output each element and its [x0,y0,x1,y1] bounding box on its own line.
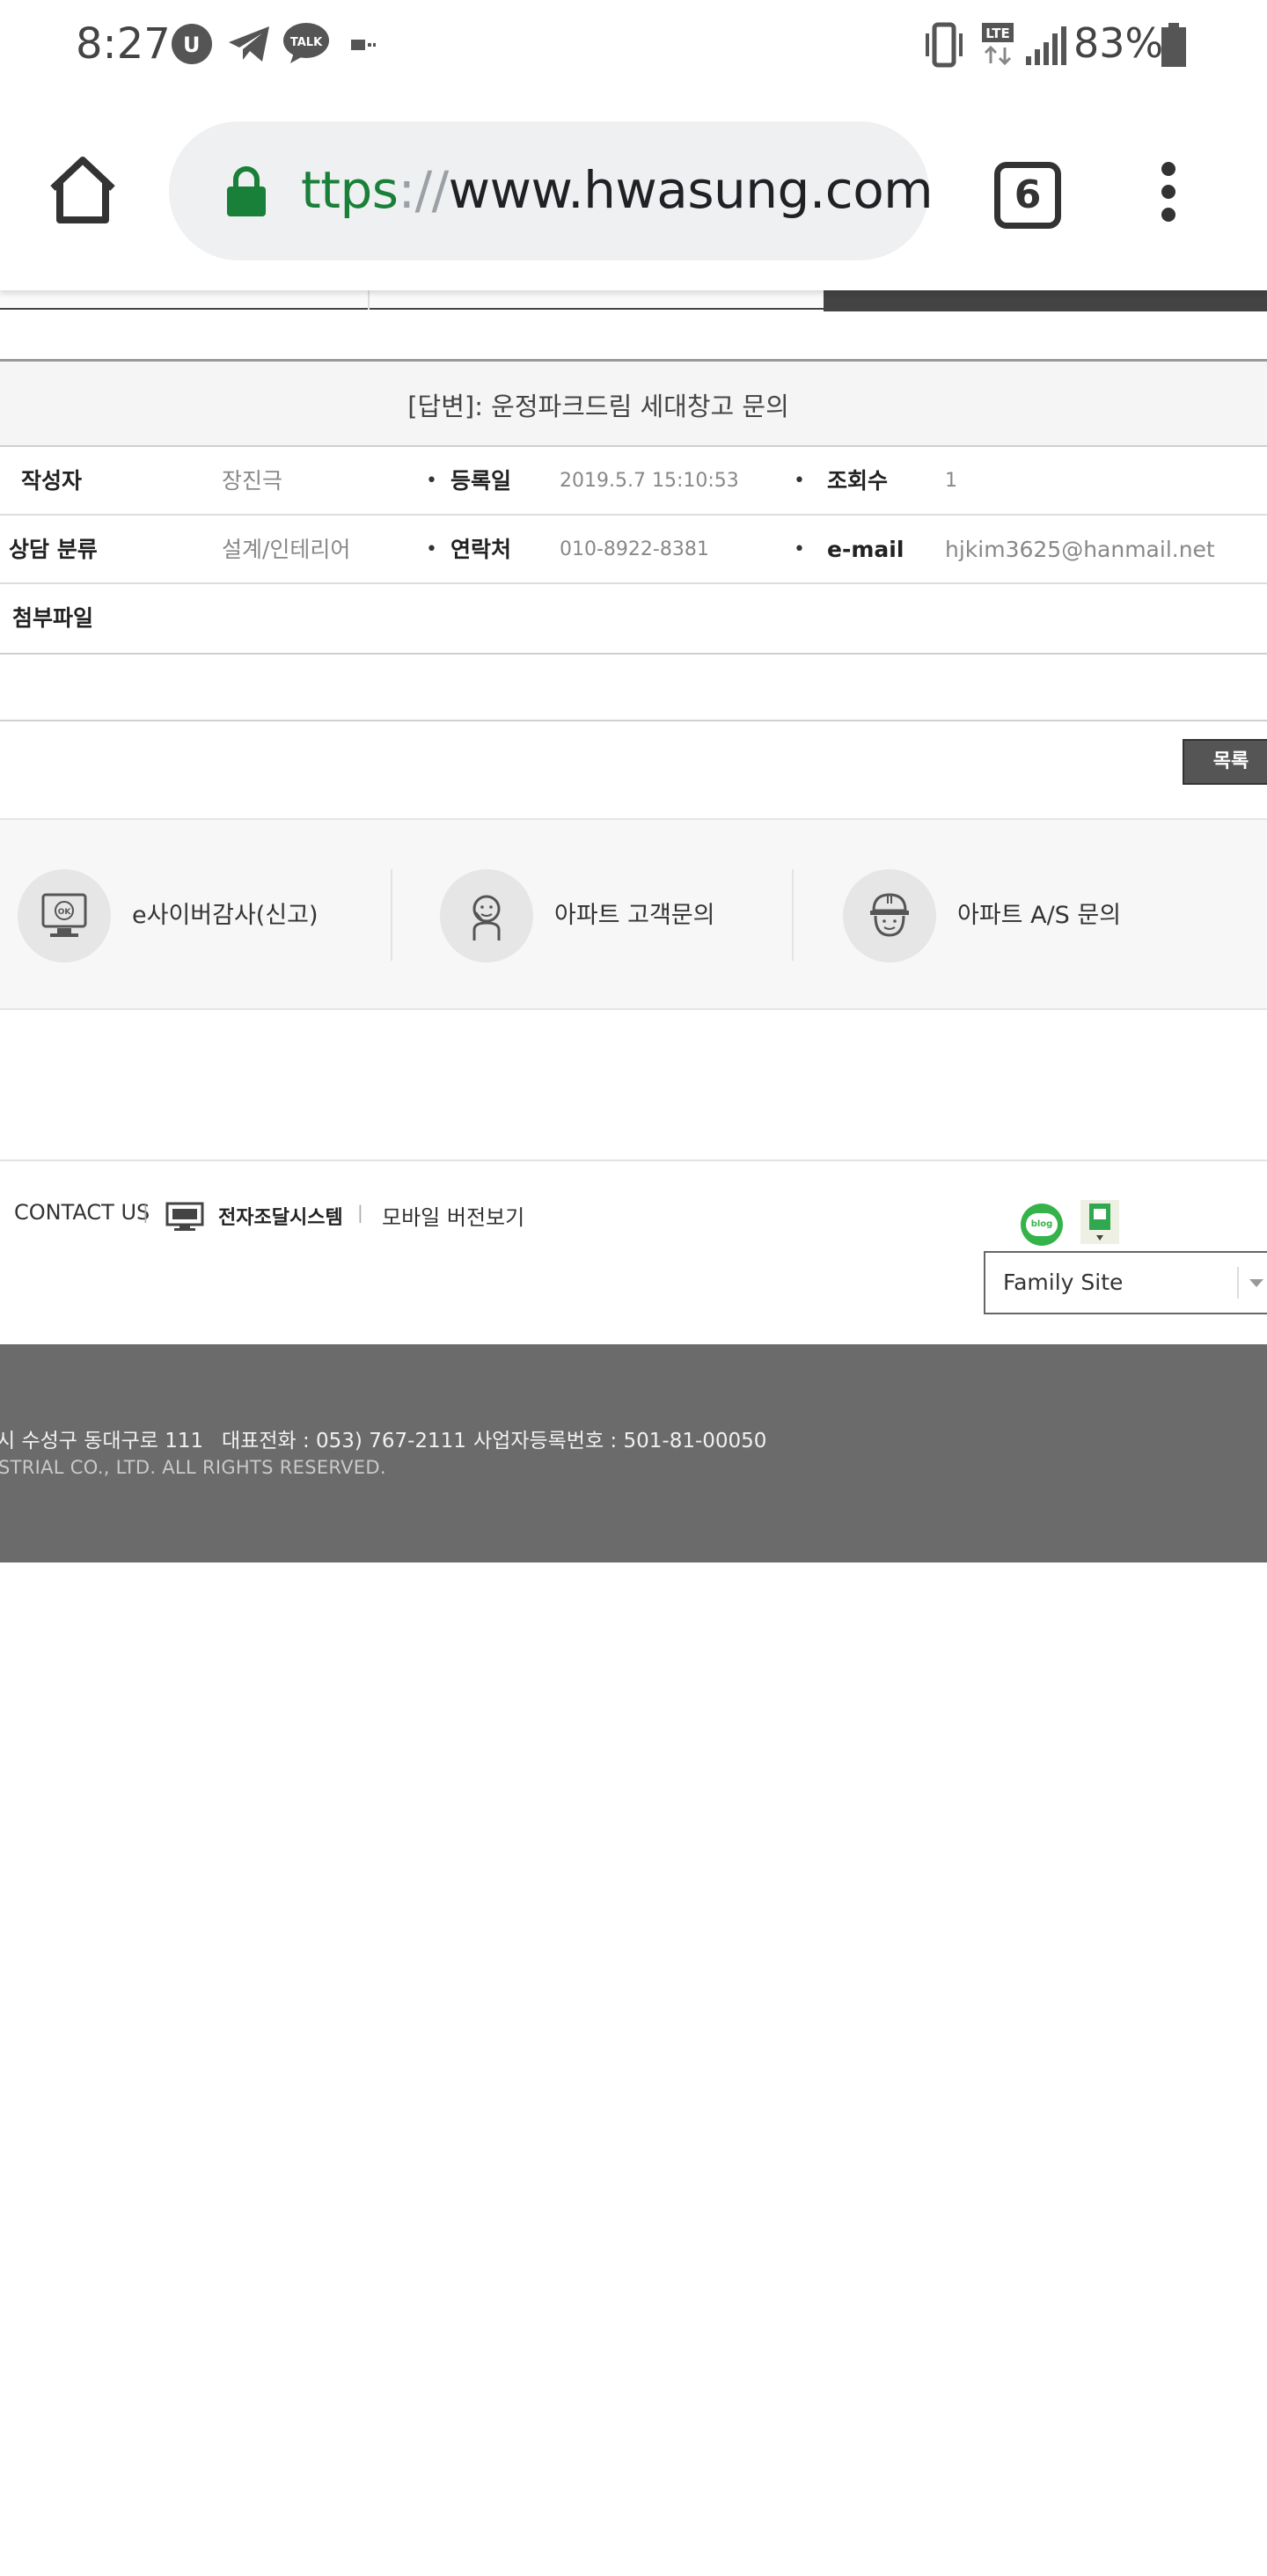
views-value: 1 [945,470,957,492]
footer-separator: | [143,1202,149,1223]
telegram-icon [229,26,269,62]
battery-icon [1161,23,1186,67]
author-value: 장진극 [222,468,283,494]
quick-link-divider [792,869,794,961]
email-value[interactable]: hjkim3625@hanmail.net [945,516,1215,584]
phone-label: 연락처 [450,537,512,562]
footer-links: CONTACT US | 전자조달시스템 | 모바일 버전보기 blog Fam… [0,1160,1267,1344]
mobile-version-link[interactable]: 모바일 버전보기 [382,1200,524,1231]
bullet-dot: • [794,538,805,560]
sub-nav-divider [368,290,370,310]
list-button[interactable]: 목록 [1183,739,1267,785]
lock-icon [227,166,266,216]
footer-info: 시 수성구 동대구로 111 대표전화 : 053) 767-2111 사업자등… [0,1344,1267,1562]
category-value: 설계/인테리어 [222,537,351,562]
url-text[interactable]: ttps://www.hwasung.com [301,160,934,220]
quick-link-label: 아파트 A/S 문의 [957,902,1122,929]
edi-monitor-icon [165,1202,204,1231]
quick-link-divider [391,869,392,961]
tab-switcher-button[interactable]: 6 [994,162,1061,229]
vibrate-icon [926,22,963,68]
family-site-label: Family Site [1003,1270,1124,1295]
bullet-dot: • [426,538,437,560]
date-label: 등록일 [450,468,512,494]
lte-icon: LTE [982,23,1014,66]
battery-saver-icon [351,40,376,50]
chevron-down-icon [1249,1279,1263,1287]
battery-percent: 83% [1073,19,1164,67]
post-title: [답변]: 운정파크드림 세대창고 문의 [407,392,789,421]
footer-separator: | [357,1202,363,1223]
blog-badge-text: blog [1026,1213,1058,1236]
status-time: 8:27 [76,19,171,69]
operator-headset-icon [472,895,501,940]
company-address: 시 수성구 동대구로 111 [0,1430,204,1453]
attachment-row: 첨부파일 [0,584,1267,655]
monitor-ok-icon: OK [41,893,87,937]
company-phone: 대표전화 : 053) 767-2111 [222,1430,466,1453]
family-site-select[interactable]: Family Site [984,1251,1267,1314]
quick-links: OK e사이버감사(신고) 아파트 고객문의 아파트 A/S 문의 [0,818,1267,1010]
post-title-row: [답변]: 운정파크드림 세대창고 문의 [0,359,1267,447]
status-bar: 8:27 U TALK LTE 83% [0,0,1267,91]
overflow-menu-icon[interactable] [1153,162,1184,232]
svg-text:OK: OK [58,908,72,917]
phone-value: 010-8922-8381 [560,538,709,560]
uplus-app-icon: U [172,24,212,64]
category-label: 상담 분류 [9,537,98,562]
date-value: 2019.5.7 15:10:53 [560,470,739,492]
quick-link-label: 아파트 고객문의 [554,902,715,929]
views-label: 조회수 [827,468,889,494]
url-bar[interactable]: ttps://www.hwasung.com [169,121,934,260]
naver-post-icon[interactable] [1080,1200,1119,1244]
browser-toolbar: ttps://www.hwasung.com 6 [0,91,1267,290]
attachment-label: 첨부파일 [12,605,94,631]
quick-link-icon-bg: OK [18,869,111,962]
lte-label: LTE [985,26,1010,41]
worker-helmet-icon [870,893,909,937]
home-icon[interactable] [46,153,120,227]
url-host: www.hwasung.com [448,160,934,220]
quick-link-icon-bg [440,869,533,962]
post-content [0,655,1267,721]
url-separator: :// [398,160,450,220]
email-label: e-mail [827,537,904,562]
kakaotalk-icon: TALK [283,23,329,63]
edi-system-link[interactable]: 전자조달시스템 [218,1202,343,1230]
bullet-dot: • [426,470,437,492]
post-info-row: 작성자 장진극 • 등록일 2019.5.7 15:10:53 • 조회수 1 [0,447,1267,516]
sub-nav-tab-active[interactable] [824,290,1267,311]
quick-link-icon-bg [843,869,936,962]
signal-icon [1026,26,1066,65]
business-number: 사업자등록번호 : 501-81-00050 [473,1430,767,1453]
post-info-row: 상담 분류 설계/인테리어 • 연락처 010-8922-8381 • e-ma… [0,516,1267,584]
copyright: STRIAL CO., LTD. ALL RIGHTS RESERVED. [0,1457,386,1478]
sub-nav-tab[interactable] [0,290,824,310]
blog-icon[interactable]: blog [1021,1204,1063,1246]
sub-navigation [0,290,1267,311]
contact-us-link[interactable]: CONTACT US [14,1200,150,1225]
bullet-dot: • [794,470,805,492]
url-scheme: ttps [301,160,399,220]
svg-text:U: U [183,33,201,57]
select-divider [1237,1267,1239,1299]
author-label: 작성자 [21,468,83,494]
quick-link-label: e사이버감사(신고) [132,902,319,929]
talk-badge-text: TALK [290,36,323,49]
